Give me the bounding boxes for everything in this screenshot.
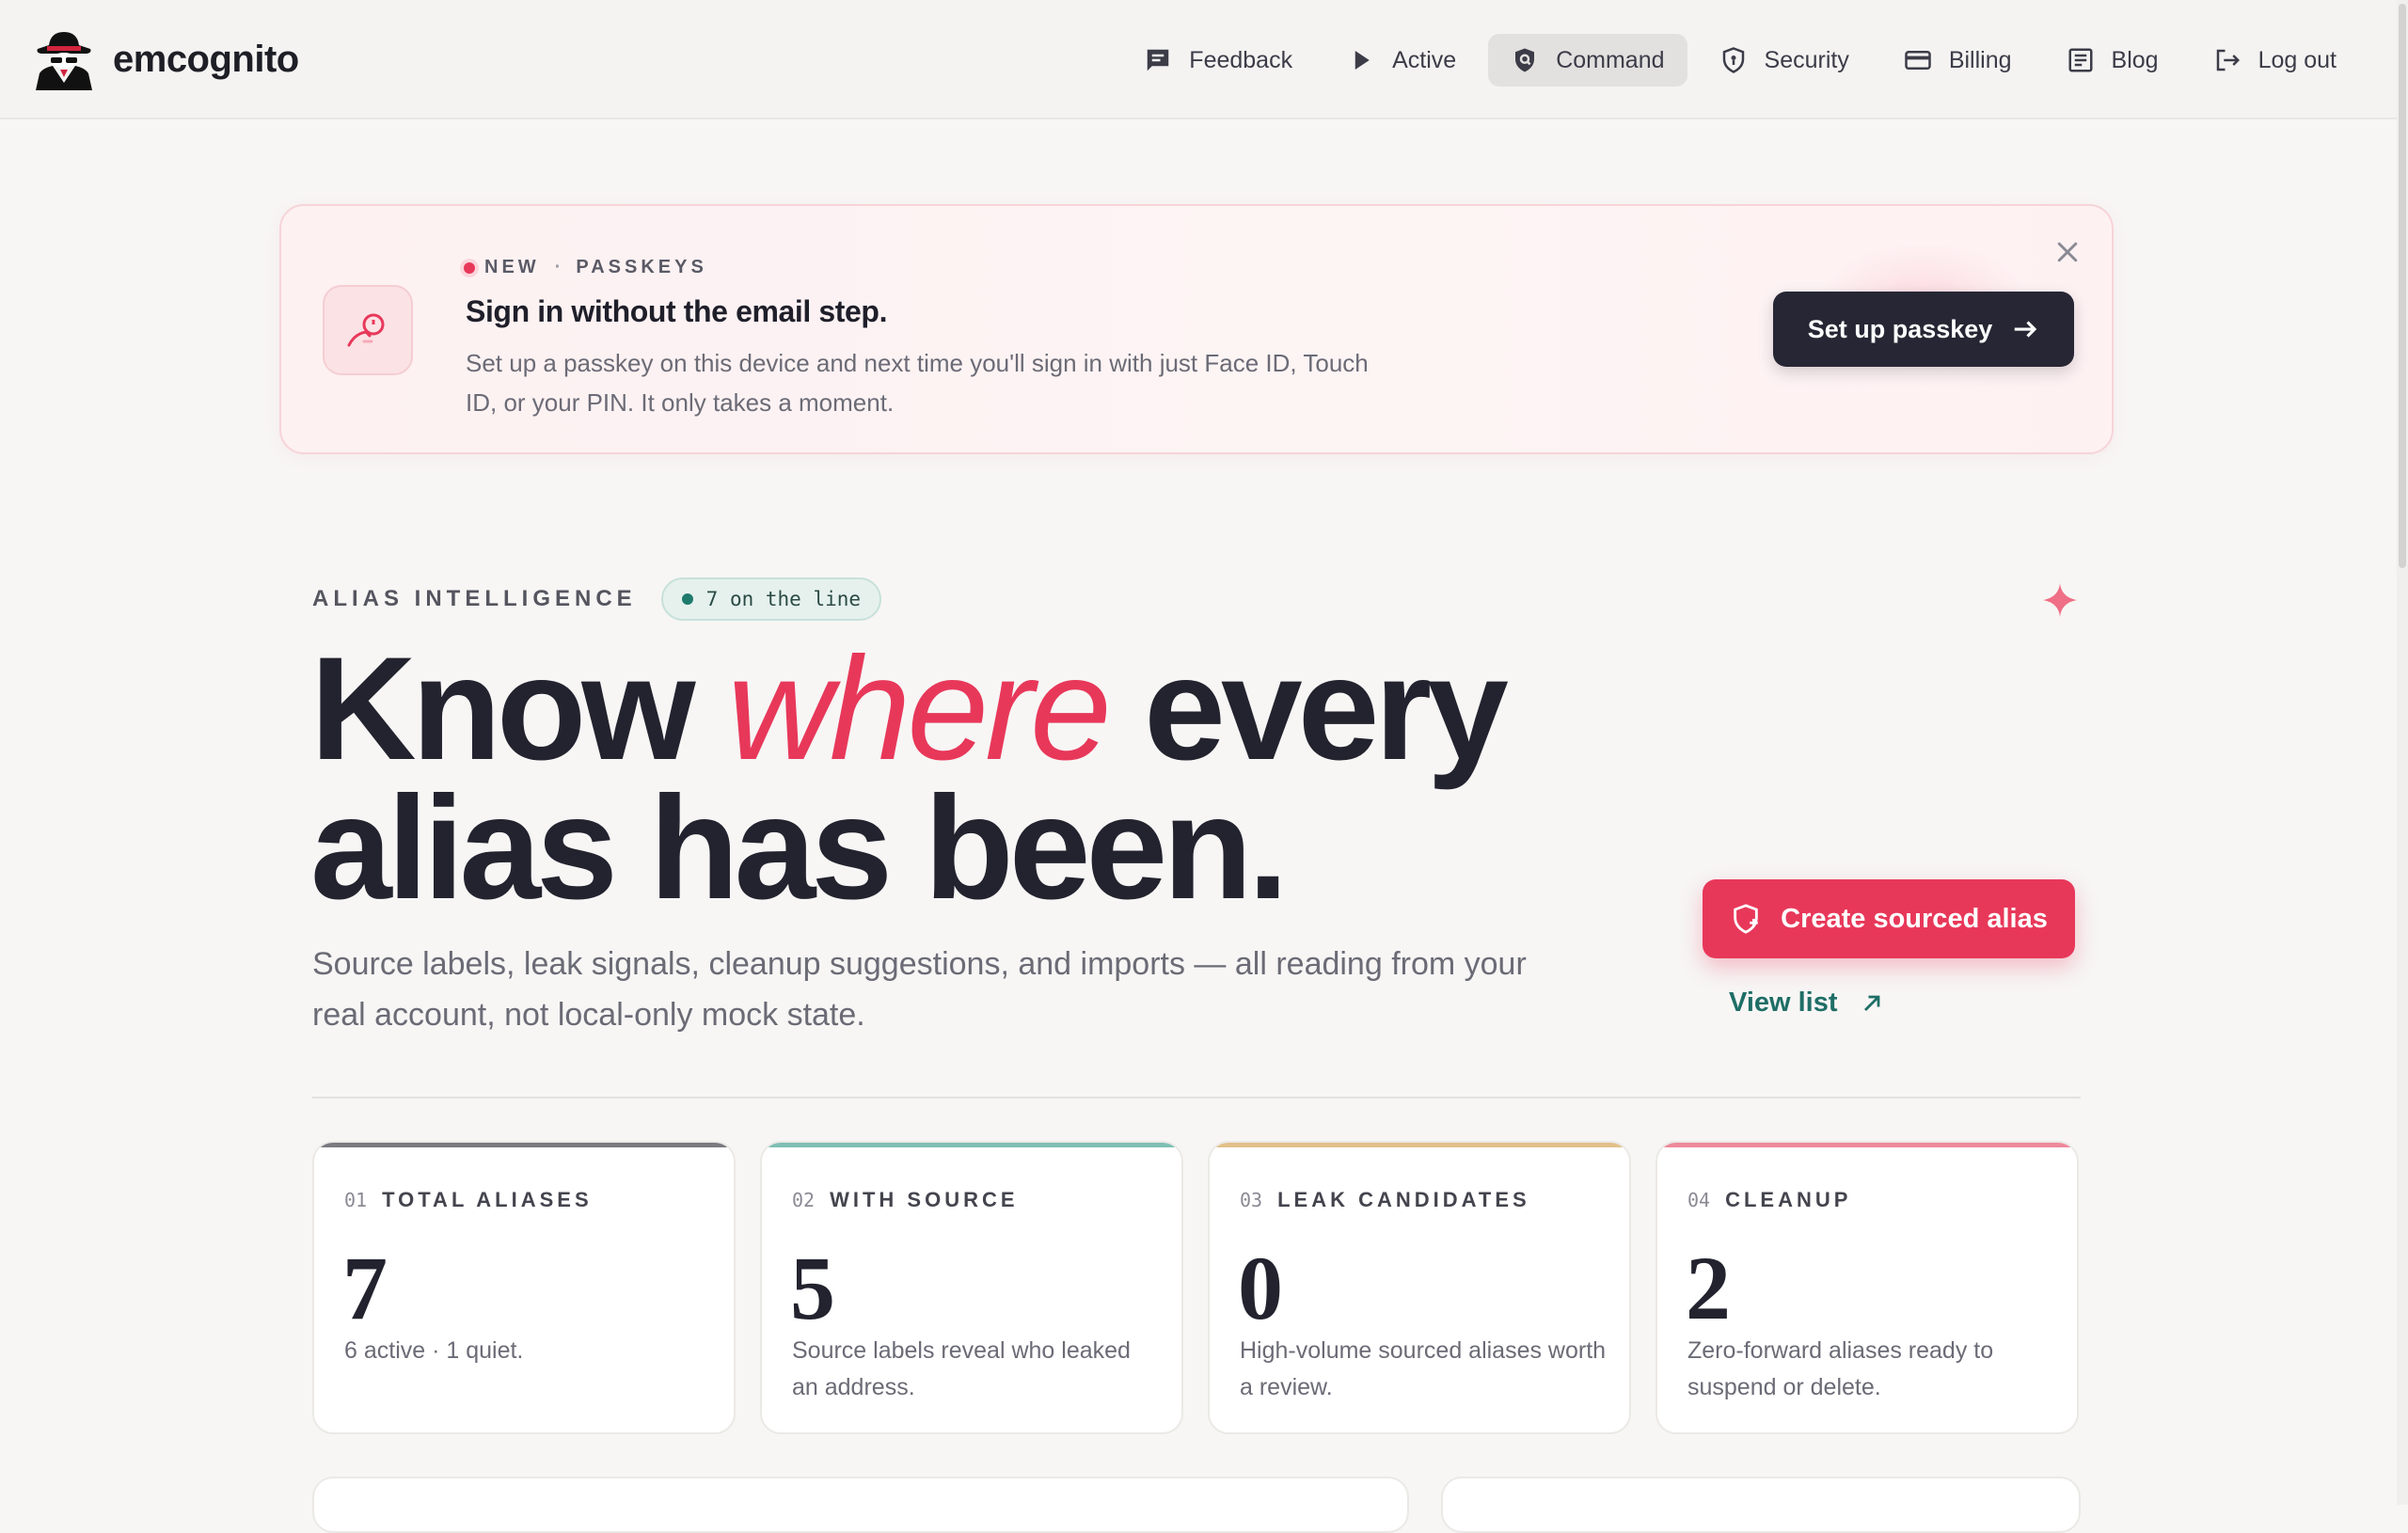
banner-topic: PASSKEYS <box>576 257 707 277</box>
stat-card-with-source[interactable]: 02 WITH SOURCE 5 Source labels reveal wh… <box>760 1141 1183 1434</box>
stat-card-total-aliases[interactable]: 01 TOTAL ALIASES 7 6 active · 1 quiet. <box>312 1141 736 1434</box>
spy-logo-icon <box>36 32 92 90</box>
stat-index: 03 <box>1240 1189 1263 1211</box>
banner-separator: · <box>554 257 562 277</box>
stat-title: LEAK CANDIDATES <box>1277 1188 1530 1211</box>
nav-command[interactable]: Command <box>1488 34 1687 87</box>
stat-description: High-volume sourced aliases worth a revi… <box>1240 1337 1607 1400</box>
shield-plus-icon <box>1734 904 1758 934</box>
hero-eyebrow: ALIAS INTELLIGENCE <box>312 586 637 611</box>
banner-eyebrow: NEW · PASSKEYS <box>464 257 707 278</box>
stat-card-leak-candidates[interactable]: 03 LEAK CANDIDATES 0 High-volume sourced… <box>1208 1141 1631 1434</box>
stat-accent-bar <box>1210 1143 1629 1147</box>
stat-accent-bar <box>762 1143 1181 1147</box>
nav-feedback[interactable]: Feedback <box>1121 34 1315 87</box>
sparkle-icon <box>2043 583 2077 617</box>
view-list-label: View list <box>1729 988 1838 1018</box>
stat-value: 5 <box>790 1238 835 1338</box>
brand[interactable]: emcognito <box>32 28 299 90</box>
section-divider <box>312 1097 2081 1098</box>
passkey-icon <box>347 313 385 347</box>
stat-value: 2 <box>1686 1238 1731 1338</box>
next-panel-left <box>312 1477 1409 1533</box>
scrollbar-thumb[interactable] <box>2399 4 2406 568</box>
nav-active-label: Active <box>1392 46 1457 73</box>
nav-active[interactable]: Active <box>1324 34 1479 87</box>
stat-title: TOTAL ALIASES <box>382 1188 593 1211</box>
setup-passkey-button[interactable]: Set up passkey <box>1773 292 2074 367</box>
setup-passkey-label: Set up passkey <box>1807 314 1993 343</box>
create-sourced-alias-button[interactable]: Create sourced alias <box>1703 879 2075 958</box>
blog-icon <box>2068 48 2093 72</box>
stat-accent-bar <box>1657 1143 2077 1147</box>
create-sourced-alias-label: Create sourced alias <box>1781 903 2048 934</box>
stat-label: 02 WITH SOURCE <box>792 1188 1019 1212</box>
logout-icon <box>2216 49 2240 71</box>
stat-title: CLEANUP <box>1725 1188 1852 1211</box>
nav-logout-label: Log out <box>2258 46 2337 73</box>
stat-index: 02 <box>792 1189 816 1211</box>
stat-title: WITH SOURCE <box>830 1188 1019 1211</box>
new-dot <box>464 261 475 274</box>
stat-index: 04 <box>1687 1189 1711 1211</box>
next-panel-right <box>1441 1477 2081 1533</box>
nav-feedback-label: Feedback <box>1189 46 1293 73</box>
stat-description: Source labels reveal who leaked an addre… <box>792 1337 1131 1400</box>
stat-label: 03 LEAK CANDIDATES <box>1240 1188 1530 1212</box>
stat-index: 01 <box>344 1189 368 1211</box>
stat-label: 04 CLEANUP <box>1687 1188 1851 1212</box>
alias-count-pill: 7 on the line <box>660 577 882 621</box>
nav-security[interactable]: Security <box>1697 34 1872 87</box>
arrow-right-icon <box>2015 321 2037 338</box>
banner-icon-tile <box>323 285 413 375</box>
brand-name: emcognito <box>113 38 299 80</box>
command-shield-icon <box>1515 48 1535 72</box>
status-dot <box>681 593 693 605</box>
nav-command-label: Command <box>1556 46 1665 73</box>
stat-value: 0 <box>1238 1238 1283 1338</box>
nav-billing-label: Billing <box>1948 46 2012 73</box>
play-icon <box>1354 51 1370 70</box>
hero-eyebrow-row: ALIAS INTELLIGENCE 7 on the line <box>312 577 882 621</box>
banner-tag: NEW <box>484 257 540 277</box>
view-list-link[interactable]: View list <box>1729 988 1885 1019</box>
passkey-banner: NEW · PASSKEYS Sign in without the email… <box>279 204 2114 454</box>
card-icon <box>1905 51 1931 70</box>
alias-count-text: 7 on the line <box>705 588 862 610</box>
security-shield-icon <box>1722 47 1744 73</box>
nav-blog-label: Blog <box>2111 46 2159 73</box>
hero-title: Know where every alias has been. <box>310 636 1627 922</box>
stat-value: 7 <box>342 1238 388 1338</box>
page-scrollbar[interactable] <box>2397 0 2408 1505</box>
stat-accent-bar <box>314 1143 734 1147</box>
feedback-icon <box>1148 49 1169 71</box>
stat-description: Zero-forward aliases ready to suspend or… <box>1687 1337 1994 1400</box>
nav-security-label: Security <box>1764 46 1849 73</box>
hero-subtitle: Source labels, leak signals, cleanup sug… <box>312 946 1527 1033</box>
banner-title: Sign in without the email step. <box>466 294 888 328</box>
stat-label: 01 TOTAL ALIASES <box>344 1188 593 1212</box>
nav-blog[interactable]: Blog <box>2044 34 2181 87</box>
nav-billing[interactable]: Billing <box>1881 34 2035 87</box>
banner-body: Set up a passkey on this device and next… <box>466 349 1369 417</box>
main-nav: Feedback Active Command Security Billing… <box>1121 34 2359 87</box>
close-icon[interactable] <box>2053 238 2082 266</box>
stat-card-cleanup[interactable]: 04 CLEANUP 2 Zero-forward aliases ready … <box>1656 1141 2079 1434</box>
nav-logout[interactable]: Log out <box>2191 34 2359 87</box>
top-navigation-bar: emcognito Feedback Active Command Securi… <box>0 0 2397 119</box>
stat-description: 6 active · 1 quiet. <box>344 1337 524 1364</box>
arrow-up-right-icon <box>1863 995 1879 1011</box>
